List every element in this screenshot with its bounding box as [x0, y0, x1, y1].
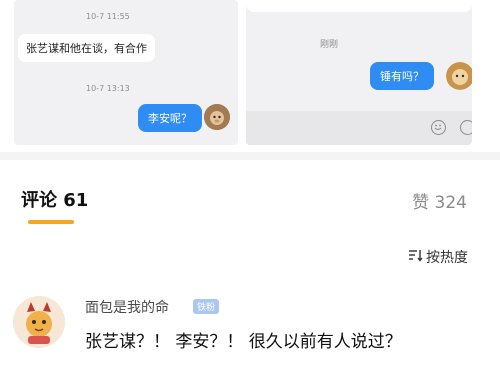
monkey-avatar — [204, 104, 230, 130]
comments-tabbar: 评论 61 赞 324 — [0, 176, 500, 224]
chat-screenshot-right: 刚刚 锤有吗？ — [246, 0, 472, 145]
tab-likes[interactable]: 赞 324 — [412, 188, 467, 213]
comment-text: 张艺谋？！ 李安？！ 很久以前有人说过？ — [85, 332, 402, 352]
comment-item: 面包是我的命 铁粉 张艺谋？！ 李安？！ 很久以前有人说过？ — [0, 292, 500, 365]
active-tab-indicator — [28, 220, 74, 224]
timestamp: 刚刚 — [320, 40, 339, 50]
commenter-avatar[interactable] — [13, 296, 65, 348]
fan-badge: 铁粉 — [193, 299, 220, 314]
section-divider — [0, 152, 500, 160]
tab-comments[interactable]: 评论 61 — [21, 186, 88, 212]
sort-label: 按热度 — [426, 250, 468, 266]
outgoing-message-bubble: 李安呢？ — [138, 104, 202, 132]
chat-screenshot-left: 10-7 11:55 张艺谋和他在谈，有合作 10-7 13:13 李安呢？ — [14, 0, 238, 145]
timestamp: 10-7 13:13 — [86, 84, 130, 93]
more-icon[interactable] — [460, 120, 472, 135]
sort-icon — [407, 248, 423, 266]
chat-input-bar[interactable] — [246, 111, 472, 145]
emoji-icon[interactable] — [431, 120, 446, 135]
lion-avatar — [446, 62, 472, 90]
incoming-message-bubble: 张艺谋和他在谈，有合作 — [18, 34, 155, 62]
timestamp: 10-7 11:55 — [86, 12, 130, 21]
message-bubble-top — [246, 0, 472, 12]
commenter-username[interactable]: 面包是我的命 — [85, 297, 169, 317]
sort-by-popularity-button[interactable]: 按热度 — [407, 247, 468, 267]
outgoing-message-bubble: 锤有吗？ — [370, 62, 434, 90]
